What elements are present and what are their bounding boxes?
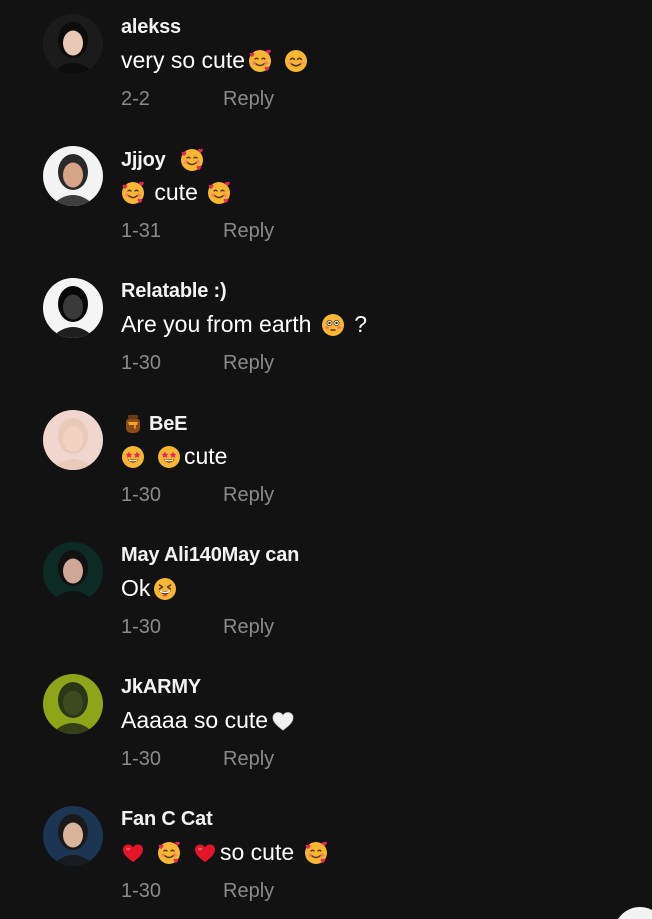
avatar[interactable]: [43, 410, 103, 470]
comment-item: Fan C Cat so cute 1-30 Reply: [0, 792, 652, 919]
comment-date: 1-30: [121, 748, 162, 770]
avatar[interactable]: [43, 806, 103, 866]
star-struck-icon: [157, 445, 181, 469]
comment-meta: 1-30 Reply: [121, 484, 274, 507]
comment-meta: 1-31 Reply: [121, 220, 274, 243]
reply-button[interactable]: Reply: [223, 88, 274, 111]
username-label: Fan C Cat: [121, 808, 213, 830]
comment-meta: 1-30 Reply: [121, 880, 274, 903]
comment-item: BeE cute 1-30 Reply: [0, 396, 652, 528]
comment-date: 1-30: [121, 880, 162, 902]
comment-date: 1-30: [121, 352, 162, 374]
smiling-face-with-hearts-icon: [248, 49, 272, 73]
comment-text-segment: Are you from earth: [121, 311, 318, 337]
comment-item: alekss very so cute 2-2 Reply: [0, 0, 652, 132]
comment-text-segment: Ok: [121, 575, 151, 601]
comment-username[interactable]: Jjjoy: [121, 148, 204, 172]
comment-text: Ok: [121, 575, 177, 602]
comment-meta: 1-30 Reply: [121, 748, 274, 771]
reply-button[interactable]: Reply: [223, 748, 274, 771]
comment-text: Aaaaa so cute: [121, 707, 295, 734]
star-struck-icon: [121, 445, 145, 469]
honey-pot-icon: [121, 412, 145, 436]
username-label: alekss: [121, 16, 181, 38]
comment-item: JkARMY Aaaaa so cute 1-30 Reply: [0, 660, 652, 792]
avatar[interactable]: [43, 674, 103, 734]
comment-item: May Ali140May can Ok 1-30 Reply: [0, 528, 652, 660]
red-heart-icon: [121, 841, 145, 865]
avatar[interactable]: [43, 146, 103, 206]
comment-text: so cute: [121, 839, 328, 866]
smiling-face-with-smiling-eyes-icon: [284, 49, 308, 73]
comment-text: very so cute: [121, 47, 308, 74]
comment-date: 1-30: [121, 484, 162, 506]
comment-meta: 1-30 Reply: [121, 616, 274, 639]
white-heart-icon: [271, 709, 295, 733]
smiling-face-with-hearts-icon: [157, 841, 181, 865]
comment-username[interactable]: JkARMY: [121, 676, 201, 699]
comment-text-segment: cute: [184, 443, 228, 469]
comment-username[interactable]: BeE: [121, 412, 188, 436]
comment-username[interactable]: May Ali140May can: [121, 544, 299, 567]
comment-username[interactable]: alekss: [121, 16, 181, 39]
avatar[interactable]: [43, 278, 103, 338]
comment-text: cute: [121, 179, 231, 206]
comment-username[interactable]: Fan C Cat: [121, 808, 213, 831]
comment-date: 2-2: [121, 88, 150, 110]
comment-text-segment: very so cute: [121, 47, 245, 73]
reply-button[interactable]: Reply: [223, 220, 274, 243]
reply-button[interactable]: Reply: [223, 880, 274, 903]
reply-button[interactable]: Reply: [223, 616, 274, 639]
username-label: Jjjoy: [121, 148, 166, 171]
comment-text-segment: Aaaaa so cute: [121, 707, 269, 733]
comment-meta: 2-2 Reply: [121, 88, 274, 111]
comment-date: 1-31: [121, 220, 162, 242]
smiling-face-with-hearts-icon: [180, 148, 204, 172]
comment-text: Are you from earth ?: [121, 311, 367, 338]
comment-text: cute: [121, 443, 227, 470]
flushed-face-icon: [321, 313, 345, 337]
grinning-squinting-face-icon: [153, 577, 177, 601]
red-heart-icon: [193, 841, 217, 865]
username-label: BeE: [149, 412, 188, 435]
smiling-face-with-hearts-icon: [121, 181, 145, 205]
comment-username[interactable]: Relatable :): [121, 280, 227, 303]
comment-text-segment: so cute: [220, 839, 301, 865]
reply-button[interactable]: Reply: [223, 484, 274, 507]
username-label: JkARMY: [121, 676, 201, 698]
username-label: Relatable :): [121, 280, 227, 302]
comment-text-segment: cute: [148, 179, 205, 205]
avatar[interactable]: [43, 542, 103, 602]
comment-item: Jjjoy cute 1-31 Reply: [0, 132, 652, 264]
username-label: May Ali140May can: [121, 544, 300, 566]
smiling-face-with-hearts-icon: [304, 841, 328, 865]
comment-text-segment: ?: [347, 311, 368, 337]
comment-item: Relatable :) Are you from earth ? 1-30 Repl…: [0, 264, 652, 396]
avatar[interactable]: [43, 14, 103, 74]
smiling-face-with-hearts-icon: [207, 181, 231, 205]
comment-meta: 1-30 Reply: [121, 352, 274, 375]
comment-date: 1-30: [121, 616, 162, 638]
reply-button[interactable]: Reply: [223, 352, 274, 375]
